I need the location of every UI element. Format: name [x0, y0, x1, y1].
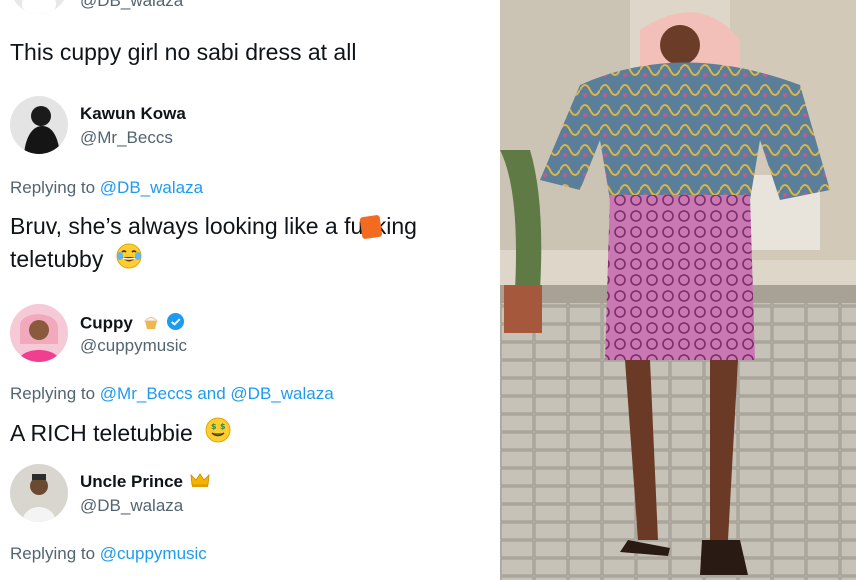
- tweet-thread: @DB_walaza This cuppy girl no sabi dress…: [0, 0, 500, 580]
- tweet-4: Uncle Prince @DB_walaza Replying to @cup…: [10, 464, 490, 580]
- tweet-2: Kawun Kowa @Mr_Beccs Replying to @DB_wal…: [10, 96, 490, 286]
- replying-prefix: Replying to: [10, 178, 100, 197]
- tweet-text: A RICH teletubbie $ $: [10, 417, 490, 452]
- replying-to: Replying to @DB_walaza: [10, 178, 203, 198]
- photo-illustration: [500, 0, 856, 580]
- user-handle[interactable]: @DB_walaza: [80, 0, 183, 11]
- tweet-text: This cuppy girl no sabi dress at all: [10, 39, 357, 65]
- replying-to: Replying to @Mr_Beccs and @DB_walaza: [10, 384, 334, 404]
- mention-link[interactable]: @DB_walaza: [100, 178, 203, 197]
- replying-prefix: Replying to: [10, 384, 100, 403]
- display-name-text: Cuppy: [80, 313, 133, 333]
- display-name[interactable]: Cuppy: [80, 312, 185, 336]
- replying-to: Replying to @cuppymusic: [10, 544, 207, 564]
- money-mouth-face-icon: $ $: [205, 417, 231, 452]
- censor-scribble-icon: [359, 214, 383, 240]
- avatar[interactable]: [10, 96, 68, 154]
- tweet-text-line1: Bruv, she’s always looking like a fu: [10, 213, 364, 239]
- avatar[interactable]: [10, 304, 68, 362]
- verified-badge-icon: [166, 312, 185, 336]
- tweet-1: @DB_walaza This cuppy girl no sabi dress…: [10, 0, 490, 80]
- user-handle[interactable]: @cuppymusic: [80, 336, 187, 356]
- tweet-text-line1-end: ing: [386, 213, 417, 239]
- svg-text:$: $: [220, 422, 226, 431]
- mention-link[interactable]: @cuppymusic: [100, 544, 207, 563]
- display-name[interactable]: Uncle Prince: [80, 472, 210, 493]
- tweet-text: Bruv, she’s always looking like a fuckin…: [10, 210, 490, 278]
- face-with-tears-of-joy-icon: [116, 243, 142, 278]
- photo-image: [500, 0, 856, 580]
- replying-and: and: [192, 384, 231, 403]
- cupcake-icon: [142, 313, 160, 336]
- display-name[interactable]: Kawun Kowa: [80, 104, 186, 124]
- tweet-3: Cuppy @cuppymusic Replying to @Mr_Beccs …: [10, 304, 490, 464]
- censored-text: ck: [359, 210, 386, 243]
- display-name-text: Uncle Prince: [80, 472, 183, 491]
- user-handle[interactable]: @Mr_Beccs: [80, 128, 173, 148]
- replying-prefix: Replying to: [10, 544, 100, 563]
- mention-link[interactable]: @DB_walaza: [230, 384, 333, 403]
- mention-link[interactable]: @Mr_Beccs: [100, 384, 193, 403]
- crown-icon: [190, 472, 210, 493]
- svg-text:$: $: [211, 422, 217, 431]
- tweet-text-content: A RICH teletubbie: [10, 420, 193, 446]
- avatar[interactable]: [10, 464, 68, 522]
- avatar[interactable]: [10, 0, 68, 14]
- tweet-text-line2: teletubby: [10, 246, 104, 272]
- user-handle[interactable]: @DB_walaza: [80, 496, 183, 516]
